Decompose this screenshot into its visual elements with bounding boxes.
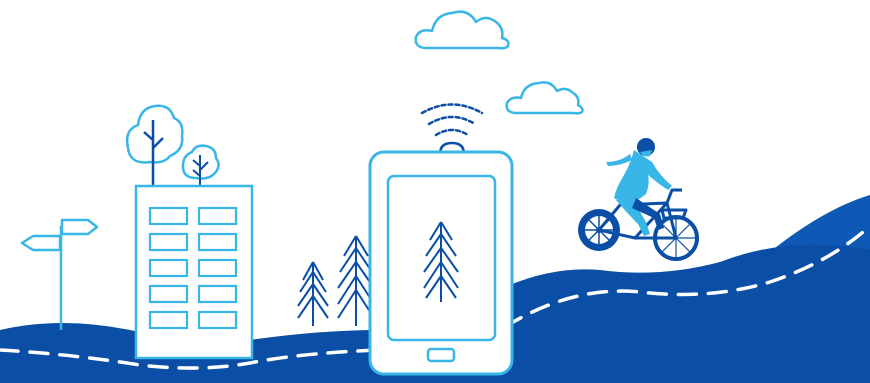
building-icon [134,184,254,360]
signpost-icon [20,218,99,330]
illustration-scene [0,0,870,383]
wifi-signal-icon [420,103,484,137]
tree-trunk [192,155,209,188]
pine-tree-icon [297,261,329,326]
cloud-icon [505,81,584,115]
cloud-icon [414,10,510,50]
tree-trunk [143,120,164,188]
scene-svg [0,10,870,383]
deciduous-tree-icon [125,104,184,164]
